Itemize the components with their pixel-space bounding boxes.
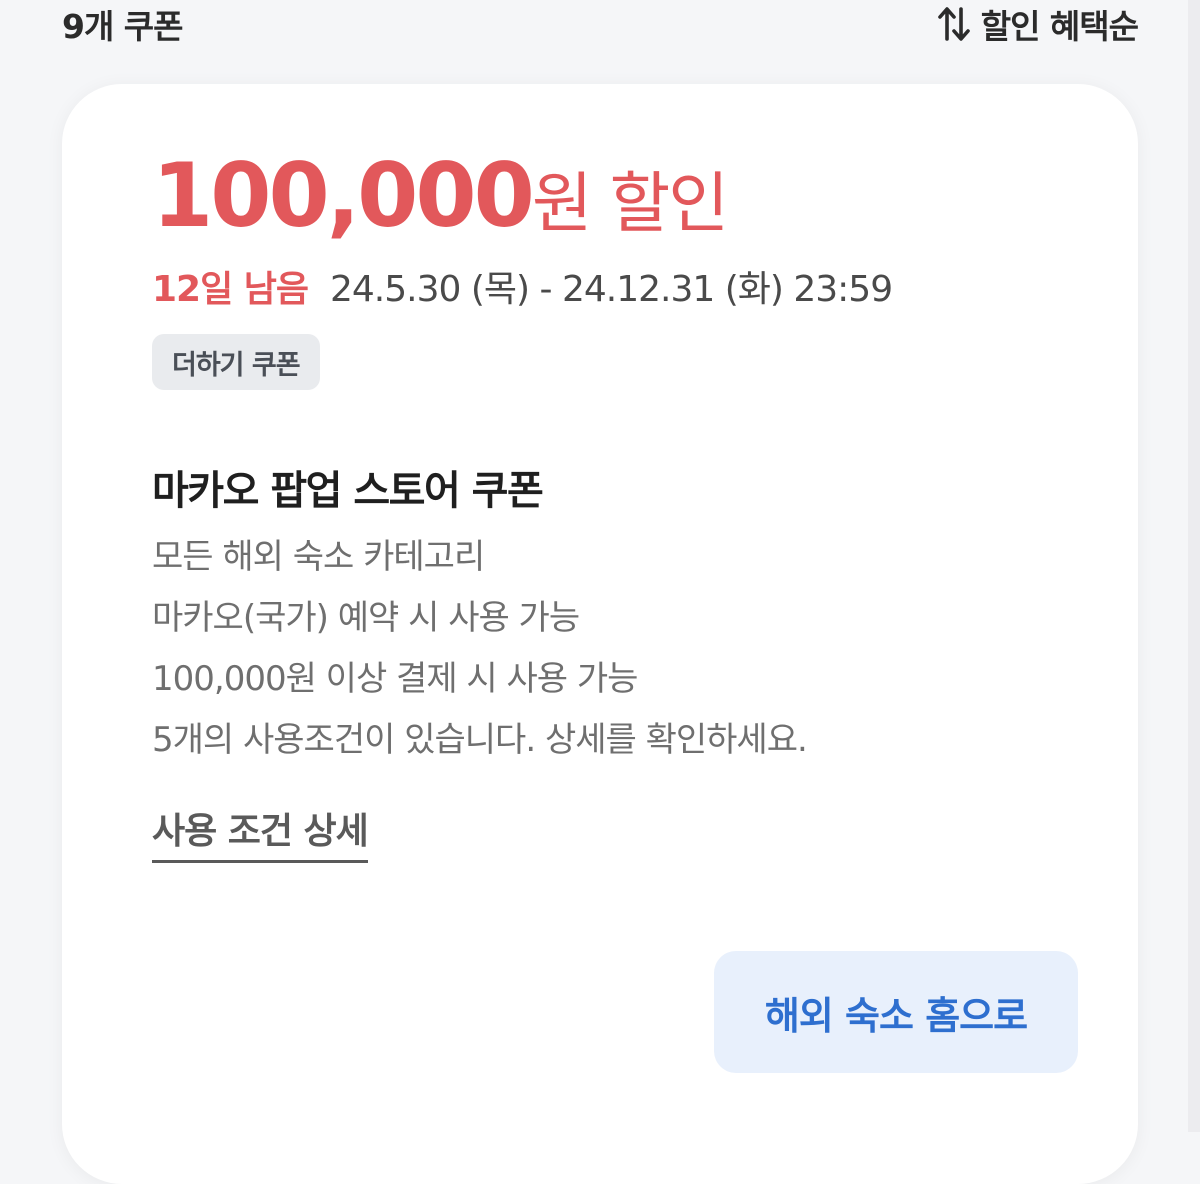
validity-period: 24.5.30 (목) - 24.12.31 (화) 23:59 xyxy=(330,269,893,310)
scrollbar-track[interactable] xyxy=(1188,0,1200,1132)
overseas-stay-home-button[interactable]: 해외 숙소 홈으로 xyxy=(714,951,1078,1073)
coupon-card: 100,000원 할인 12일 남음 24.5.30 (목) - 24.12.31… xyxy=(62,84,1138,1184)
condition-item: 100,000원 이상 결제 시 사용 가능 xyxy=(152,659,638,699)
coupon-tag: 더하기 쿠폰 xyxy=(152,334,320,390)
validity-row: 12일 남음 24.5.30 (목) - 24.12.31 (화) 23:59 xyxy=(152,269,893,310)
terms-detail-link[interactable]: 사용 조건 상세 xyxy=(152,802,369,863)
condition-list: 모든 해외 숙소 카테고리 마카오(국가) 예약 시 사용 가능 100,000… xyxy=(152,527,808,771)
sort-label: 할인 혜택순 xyxy=(980,7,1139,46)
coupon-count: 9개 쿠폰 xyxy=(62,7,184,46)
discount-amount: 100,000원 할인 xyxy=(152,152,729,242)
discount-value: 100,000 xyxy=(152,144,535,247)
sort-arrows-icon xyxy=(937,6,971,42)
condition-item: 5개의 사용조건이 있습니다. 상세를 확인하세요. xyxy=(152,720,808,760)
discount-suffix: 원 할인 xyxy=(531,165,729,242)
condition-item: 모든 해외 숙소 카테고리 xyxy=(152,537,485,577)
sort-button[interactable]: 할인 혜택순 xyxy=(937,0,1139,48)
coupon-title: 마카오 팝업 스토어 쿠폰 xyxy=(152,468,544,514)
condition-item: 마카오(국가) 예약 시 사용 가능 xyxy=(152,598,580,638)
top-bar: 9개 쿠폰 할인 혜택순 xyxy=(0,0,1200,60)
days-remaining: 12일 남음 xyxy=(152,269,309,310)
